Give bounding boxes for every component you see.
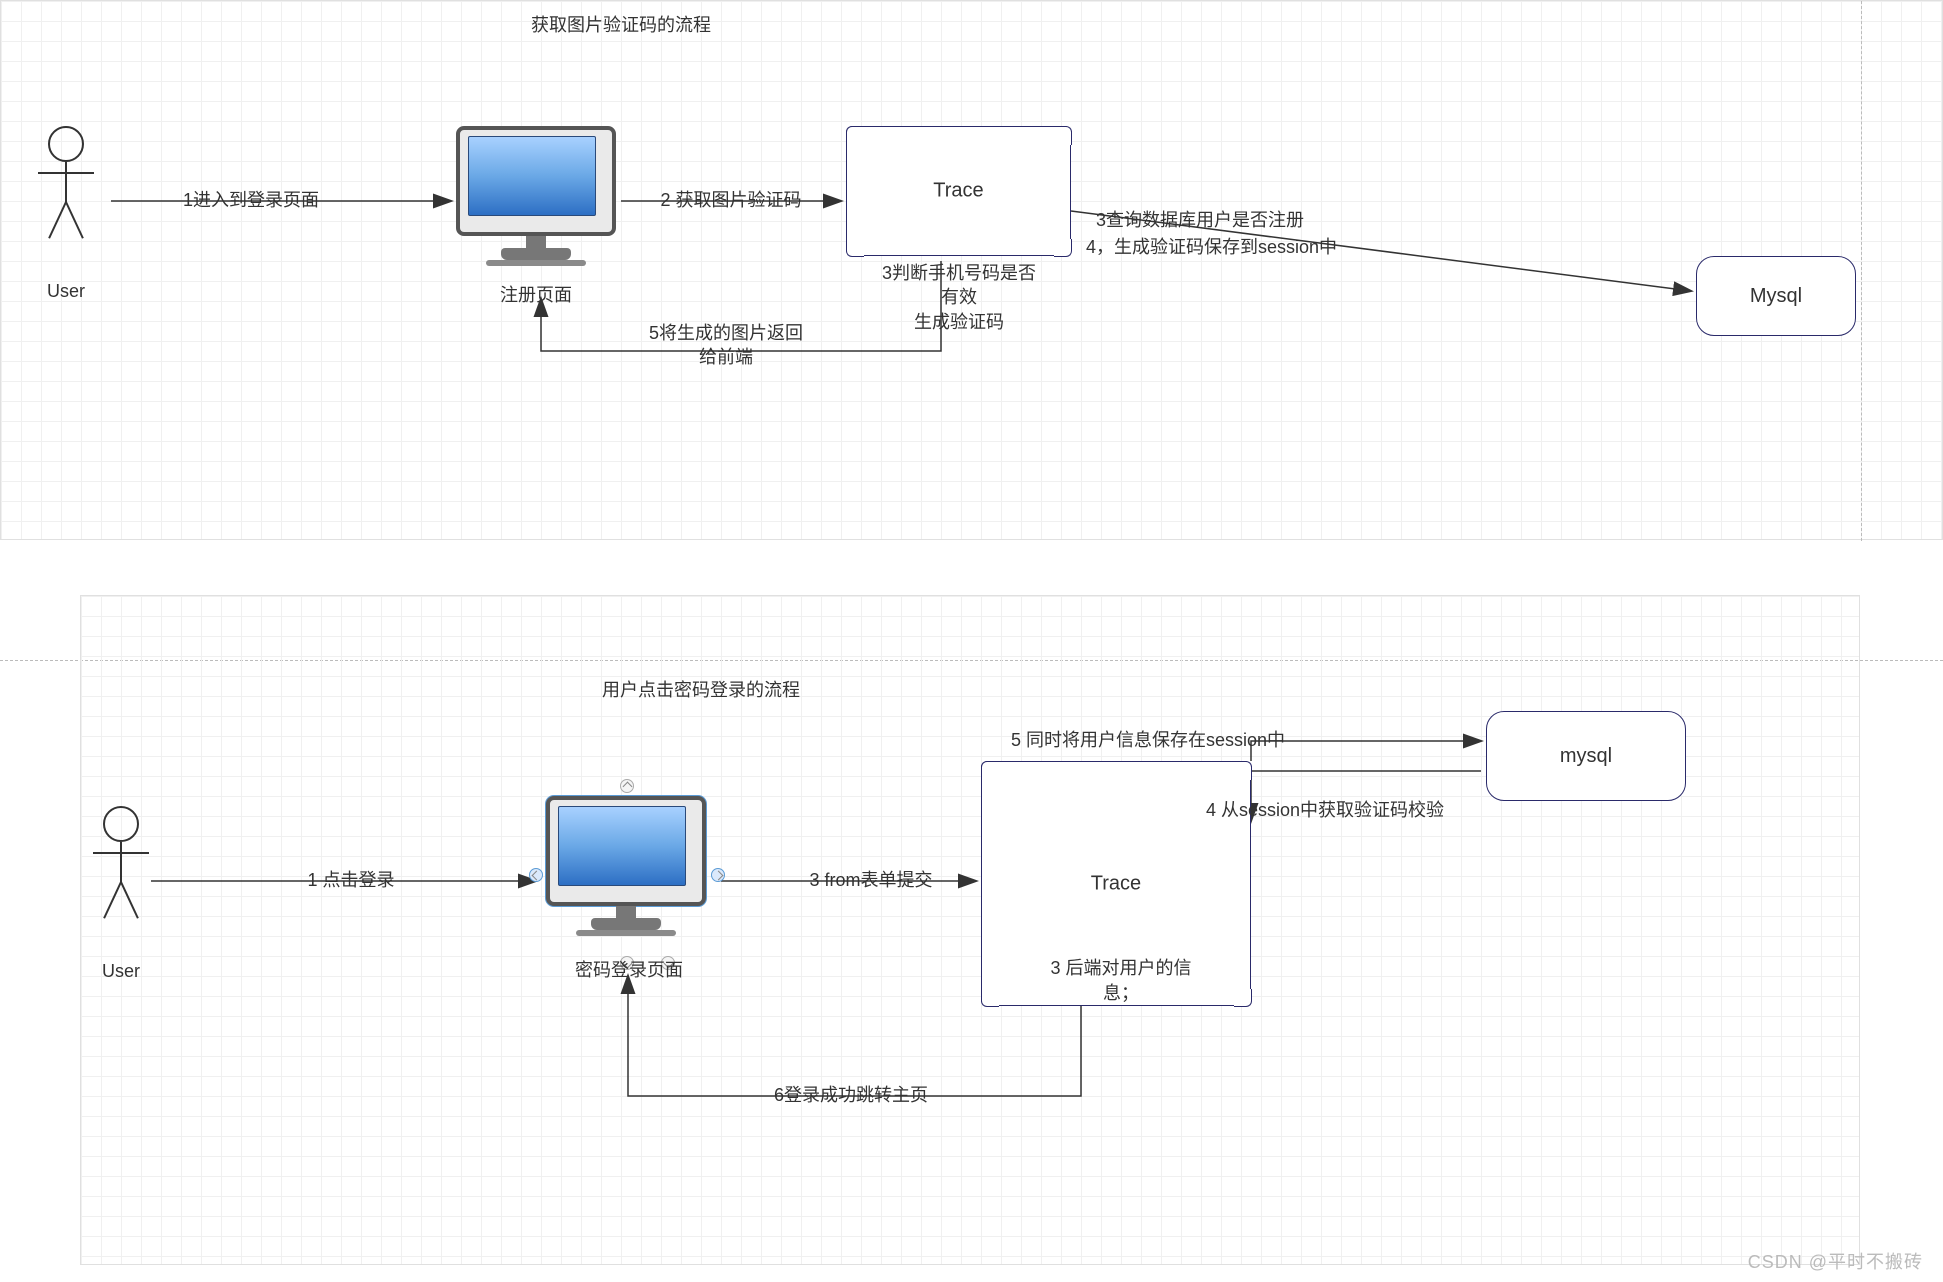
user-label-2: User: [86, 961, 156, 982]
edge3b-label: 3判断手机号码是否 有效 生成验证码: [839, 261, 1079, 334]
trace-label: Trace: [847, 180, 1070, 203]
edge3-line2: 4，生成验证码保存到session中: [1086, 233, 1446, 259]
trace-node: Trace: [846, 126, 1071, 256]
mysql-node: Mysql: [1696, 256, 1856, 336]
edge5-label-2: 5 同时将用户信息保存在session中: [1011, 726, 1481, 752]
user-actor-icon: [36, 126, 96, 246]
edge3-line1: 3查询数据库用户是否注册: [1096, 206, 1396, 232]
mysql-label-2: mysql: [1560, 745, 1612, 768]
edge3b-line3: 生成验证码: [839, 310, 1079, 334]
edge3-backend-label: 3 后端对用户的信 息；: [1001, 956, 1241, 1006]
register-page-label: 注册页面: [471, 281, 601, 307]
edge1-label-2: 1 点击登录: [271, 866, 431, 892]
diagram-panel-2: 用户点击密码登录的流程 User 1 点击登录 密码登录页面 3 from表单提…: [80, 595, 1860, 1265]
login-page-monitor-icon[interactable]: [546, 796, 706, 946]
edge3b-line1: 3判断手机号码是否: [839, 261, 1079, 285]
selection-handle-left[interactable]: [529, 868, 543, 882]
diagram2-title: 用户点击密码登录的流程: [541, 676, 861, 702]
login-page-label: 密码登录页面: [549, 956, 709, 982]
user-actor-icon-2: [91, 806, 151, 926]
edge6-label: 6登录成功跳转主页: [721, 1081, 981, 1107]
selection-handle-right[interactable]: [711, 868, 725, 882]
edge3-backend-line2: 息；: [1001, 981, 1241, 1006]
mysql-node-2: mysql: [1486, 711, 1686, 801]
diagram-panel-1: 获取图片验证码的流程 User 1进入到登录页面 注册页面 2 获取图片验证码 …: [0, 0, 1943, 540]
mysql-label: Mysql: [1750, 285, 1802, 308]
edge3-backend-line1: 3 后端对用户的信: [1001, 956, 1241, 981]
register-page-monitor-icon: [456, 126, 616, 276]
edge2-label: 2 获取图片验证码: [626, 186, 836, 212]
edge1-label: 1进入到登录页面: [151, 186, 351, 212]
watermark: CSDN @平时不搬砖: [1748, 1248, 1923, 1274]
edge3b-line2: 有效: [839, 285, 1079, 309]
edge3-submit-label: 3 from表单提交: [766, 866, 976, 892]
edge5-label: 5将生成的图片返回 给前端: [596, 321, 856, 370]
trace-label-2: Trace: [982, 872, 1250, 895]
diagram1-title: 获取图片验证码的流程: [461, 11, 781, 37]
edge5-line2: 给前端: [596, 345, 856, 369]
selection-handle-top[interactable]: [620, 779, 634, 793]
edge5-line1: 5将生成的图片返回: [596, 321, 856, 345]
user-label: User: [31, 281, 101, 302]
